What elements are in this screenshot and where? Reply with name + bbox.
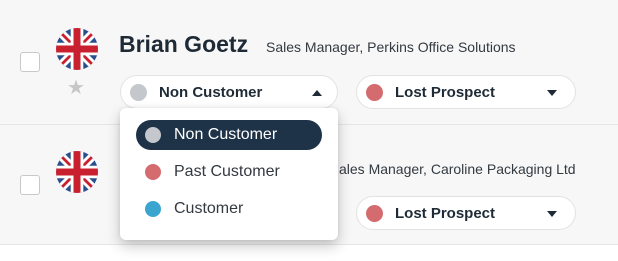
customer-status-dropdown: Non Customer Past Customer Customer [120, 108, 338, 240]
star-icon[interactable]: ★ [67, 78, 85, 98]
option-color-dot [145, 127, 161, 143]
row-select-checkbox[interactable] [20, 52, 40, 72]
caret-up-icon [312, 90, 322, 96]
option-label: Customer [174, 200, 244, 217]
contact-title: Sales Manager, Perkins Office Solutions [266, 39, 516, 55]
stage-value: Lost Prospect [395, 205, 496, 222]
option-color-dot [145, 201, 161, 217]
stage-color-dot [366, 205, 383, 222]
option-label: Non Customer [174, 126, 278, 143]
caret-down-icon [547, 211, 557, 217]
caret-down-icon [547, 90, 557, 96]
status-color-dot [130, 84, 147, 101]
stage-select[interactable]: Lost Prospect [356, 196, 576, 230]
option-color-dot [145, 164, 161, 180]
contact-list: ★ Brian Goetz Sales Manager, Perkins Off… [0, 0, 618, 261]
customer-status-value: Non Customer [159, 84, 263, 101]
contact-name[interactable]: Brian Goetz [119, 31, 248, 58]
stage-value: Lost Prospect [395, 84, 496, 101]
option-label: Past Customer [174, 163, 280, 180]
row-select-checkbox[interactable] [20, 175, 40, 195]
uk-flag-icon [56, 28, 98, 70]
stage-select[interactable]: Lost Prospect [356, 75, 576, 109]
dropdown-option-past-customer[interactable]: Past Customer [136, 157, 322, 187]
uk-flag-icon [56, 151, 98, 193]
contact-title: ales Manager, Caroline Packaging Ltd [339, 161, 576, 177]
stage-color-dot [366, 84, 383, 101]
contact-row: ★ Brian Goetz Sales Manager, Perkins Off… [0, 0, 618, 124]
customer-status-select[interactable]: Non Customer [120, 75, 338, 109]
row-divider [0, 244, 618, 245]
dropdown-option-customer[interactable]: Customer [136, 194, 322, 224]
dropdown-option-non-customer[interactable]: Non Customer [136, 120, 322, 150]
